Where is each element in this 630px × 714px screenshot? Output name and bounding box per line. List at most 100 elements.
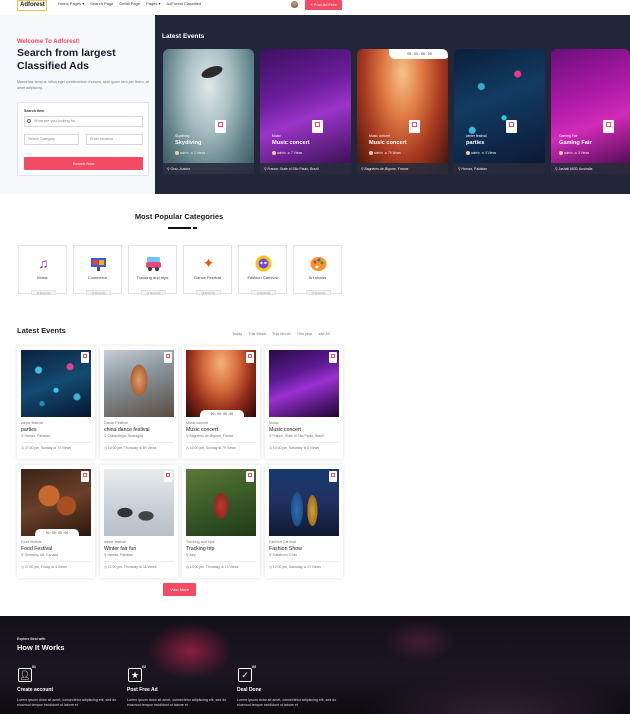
slider-card[interactable]: Gaming Fair Gaming Fair admin ⊚ 3 Views …	[551, 49, 630, 174]
date-badge	[81, 352, 89, 363]
event-image[interactable]	[21, 350, 91, 417]
filter-this-week[interactable]: This Week	[248, 332, 266, 336]
event-title[interactable]: Fashion Show	[269, 546, 302, 552]
slider-card-location: ⚲ Hamza, Pakistan	[458, 167, 488, 171]
divider	[186, 442, 256, 443]
category-select[interactable]: Select Category	[24, 134, 79, 145]
date-badge	[246, 352, 254, 363]
event-location: ⚲ Italy	[186, 553, 196, 557]
event-location: ⚲ Hamza, Pakistan	[21, 434, 51, 438]
date-badge	[164, 471, 172, 482]
hero-description: Maecenas tempus, tellus eget condimentum…	[17, 80, 150, 90]
date-badge	[164, 352, 172, 363]
event-image[interactable]	[269, 350, 339, 417]
heading-underline	[168, 227, 191, 229]
event-card[interactable]: 00 : 00 : 00 : 00 Music concert Music co…	[182, 346, 260, 459]
slider-card-title[interactable]: Skydiving	[175, 140, 201, 146]
countdown-timer: 00 : 00 : 00 : 00	[35, 529, 79, 537]
category-card-tracking[interactable]: Tracking and trips (1 Events)	[128, 245, 177, 295]
slider-card-title[interactable]: Music concert	[272, 140, 310, 146]
event-card[interactable]: Music Music concert ⚲ France, State of S…	[265, 346, 343, 459]
star-icon: ★	[128, 668, 142, 682]
divider	[269, 561, 339, 562]
event-meta: ◷ 12:00 pm, Saturday ⊚ 20 Views	[269, 565, 321, 569]
category-card-fashion[interactable]: Fashion Carnival (1 Events)	[238, 245, 287, 295]
slider-card-title[interactable]: Gaming Fair	[559, 140, 592, 146]
event-title[interactable]: china dance festival	[104, 427, 150, 433]
date-badge	[215, 120, 226, 133]
countdown-timer: 00 : 00 : 00 : 00	[200, 410, 244, 418]
view-more-button[interactable]: View More	[163, 583, 196, 596]
category-name: Art shows	[308, 275, 327, 280]
divider	[21, 442, 91, 443]
nav-detail-page[interactable]: Detail Page	[119, 1, 140, 6]
event-title[interactable]: parties	[21, 427, 37, 433]
event-image[interactable]	[104, 469, 174, 536]
commerce-icon	[89, 254, 108, 273]
event-card[interactable]: Fashion Carnival Fashion Show ⚲ Sukabumi…	[265, 465, 343, 578]
event-category: Music	[269, 421, 279, 425]
date-badge	[246, 471, 254, 482]
filter-this-year[interactable]: This year	[297, 332, 313, 336]
nav-home-pages[interactable]: Home Pages ▾	[58, 1, 84, 6]
step-number: 03	[252, 665, 256, 669]
event-location: ⚲ Chinandega, Nicaragua	[104, 434, 144, 438]
event-title[interactable]: Tracking trip	[186, 546, 214, 552]
divider	[21, 561, 91, 562]
category-name: Dance Festival	[194, 275, 221, 280]
carnival-mask-icon	[254, 254, 273, 273]
event-meta: ◷ 12:00 pm, Thursday ⊚ 34 Views	[104, 565, 157, 569]
category-card-music[interactable]: ♫ Music (1 Events)	[18, 245, 67, 295]
search-now-button[interactable]: Search Now	[24, 157, 143, 170]
event-image[interactable]: 00 : 00 : 00 : 00	[186, 350, 256, 418]
event-title[interactable]: Winter fair fun	[104, 546, 136, 552]
divider	[104, 442, 174, 443]
event-image[interactable]	[104, 350, 174, 417]
event-meta: ◷ 10:00 pm, Thursday ⊚ 89 Views	[104, 446, 157, 450]
hero-welcome: Welcome To Adforest!	[17, 39, 80, 45]
event-category: Dance Festival	[104, 421, 128, 425]
slider-card-title[interactable]: Music concert	[369, 140, 407, 146]
slider-card[interactable]: 00 : 00 : 00 : 00 Music concert Music co…	[357, 49, 448, 174]
location-input[interactable]: Enter location	[86, 134, 143, 145]
filter-this-month[interactable]: This Month	[272, 332, 291, 336]
slider-card-location: ⚲ Jashall 6630, Australia	[555, 167, 593, 171]
event-time-filters: Today This Week This Month This year see…	[232, 332, 330, 336]
keyword-search-input[interactable]: What are you looking for...	[24, 116, 143, 127]
slider-card[interactable]: Music Music concert admin ⊚ 7 Views ⚲ Fr…	[260, 49, 351, 174]
slider-card-category: Gaming Fair	[559, 134, 578, 138]
user-avatar[interactable]	[291, 1, 298, 8]
category-count: (1 Events)	[196, 290, 221, 295]
nav-adforest-classified[interactable]: AdForest Classified	[167, 1, 202, 6]
category-name: Commerce	[87, 275, 108, 280]
filter-see-all[interactable]: see All	[318, 332, 329, 336]
event-title[interactable]: Food Festival	[21, 546, 52, 552]
author-avatar	[369, 151, 373, 156]
slider-card-title[interactable]: parties	[466, 140, 484, 146]
event-card[interactable]: 00 : 00 : 00 : 00 Food festival Food Fes…	[17, 465, 95, 578]
nav-search-page[interactable]: Search Page	[90, 1, 113, 6]
slider-card[interactable]: Skydiving Skydiving admin ⊚ 2 Views ⚲ Gr…	[163, 49, 254, 174]
event-title[interactable]: Music concert	[269, 427, 301, 433]
event-location: ⚲ Hamza, Pakistan	[104, 553, 134, 557]
event-card[interactable]: Tracking and trips Tracking trip ⚲ Italy…	[182, 465, 260, 578]
event-title[interactable]: Music concert	[186, 427, 218, 433]
event-card[interactable]: Dance Festival china dance festival ⚲ Ch…	[100, 346, 178, 459]
category-card-commerce[interactable]: Commerce (1 Events)	[73, 245, 122, 295]
event-card[interactable]: winter festival Winter fair fun ⚲ Hamza,…	[100, 465, 178, 578]
event-image[interactable]	[269, 469, 339, 536]
filter-today[interactable]: Today	[232, 332, 242, 336]
slider-card-category: Music concert	[369, 134, 390, 138]
event-image[interactable]	[186, 469, 256, 536]
main-nav: Home Pages ▾ Search Page Detail Page Pag…	[58, 1, 201, 6]
nav-pages[interactable]: Pages ▾	[146, 1, 160, 6]
slider-card[interactable]: winter festival parties admin ⊚ 4 Views …	[454, 49, 545, 174]
category-card-art[interactable]: Art shows (1 Events)	[293, 245, 342, 295]
category-card-dance[interactable]: ✦ Dance Festival (1 Events)	[183, 245, 232, 295]
post-ad-button[interactable]: + Post Ad Free	[305, 0, 342, 10]
event-card[interactable]: winter festival parties ⚲ Hamza, Pakista…	[17, 346, 95, 459]
site-logo[interactable]: Adforest	[17, 0, 47, 11]
step-title: Post Free Ad	[127, 687, 158, 693]
date-badge	[329, 471, 337, 482]
event-image[interactable]: 00 : 00 : 00 : 00	[21, 469, 91, 537]
